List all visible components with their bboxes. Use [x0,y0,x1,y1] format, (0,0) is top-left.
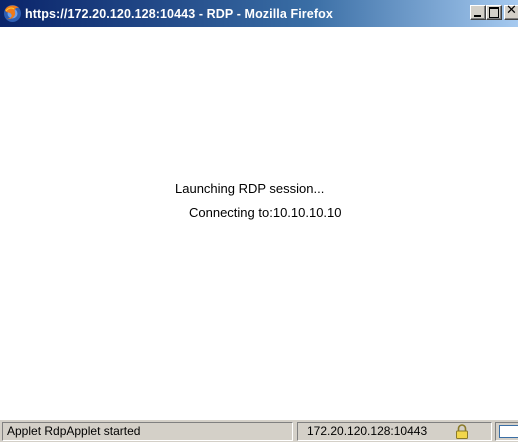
status-text: Applet RdpApplet started [7,424,141,438]
browser-window: https://172.20.120.128:10443 - RDP - Moz… [0,0,518,442]
minimize-icon [474,15,481,17]
title-bar[interactable]: https://172.20.120.128:10443 - RDP - Moz… [0,0,518,27]
maximize-button[interactable] [486,5,502,20]
maximize-icon [489,7,499,18]
minimize-button[interactable] [470,5,486,20]
page-content: Launching RDP session... Connecting to:1… [0,27,518,419]
launching-message: Launching RDP session... [175,181,325,196]
connecting-message: Connecting to:10.10.10.10 [189,205,342,220]
site-host-panel[interactable]: 172.20.120.128:10443 [297,422,492,441]
site-host: 172.20.120.128:10443 [307,424,428,438]
window-title: https://172.20.120.128:10443 - RDP - Moz… [25,7,333,21]
lock-icon[interactable] [455,424,469,439]
status-text-panel: Applet RdpApplet started [2,422,293,441]
close-button[interactable]: ✕ [504,3,518,20]
window-icon[interactable] [499,425,518,438]
close-icon: ✕ [506,3,517,18]
status-bar: Applet RdpApplet started 172.20.120.128:… [0,419,518,442]
extra-status-panel[interactable] [495,422,518,441]
firefox-icon[interactable] [3,4,22,23]
